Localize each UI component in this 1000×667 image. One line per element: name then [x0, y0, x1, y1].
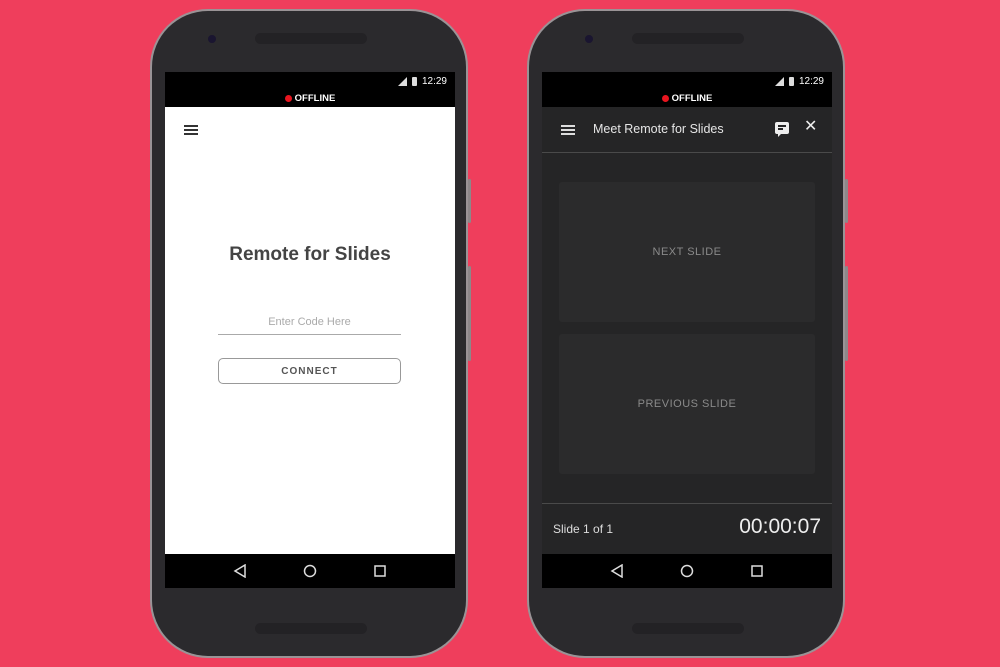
code-input[interactable] [218, 312, 401, 335]
offline-banner: OFFLINE [542, 90, 832, 107]
signal-icon [397, 76, 407, 86]
status-time: 12:29 [798, 75, 824, 87]
recents-icon[interactable] [373, 564, 387, 578]
offline-dot-icon [284, 95, 292, 102]
slide-counter: Slide 1 of 1 [553, 522, 614, 536]
remote-content: Meet Remote for Slides ✕ NEXT SLIDE PREV… [542, 107, 832, 554]
front-camera [585, 35, 593, 43]
volume-button [845, 266, 848, 361]
home-icon[interactable] [303, 564, 317, 578]
battery-icon [411, 76, 417, 86]
hamburger-menu-icon[interactable] [184, 125, 198, 135]
front-camera [208, 35, 216, 43]
offline-label: OFFLINE [294, 93, 336, 104]
back-icon[interactable] [233, 564, 247, 578]
connect-content: Remote for Slides CONNECT [165, 107, 455, 554]
earpiece-speaker [255, 33, 367, 44]
back-icon[interactable] [610, 564, 624, 578]
app-title: Remote for Slides [229, 244, 391, 265]
status-bar: 12:29 [165, 72, 455, 90]
earpiece-speaker [632, 33, 744, 44]
presentation-title: Meet Remote for Slides [593, 122, 724, 136]
phone-right: 12:29 OFFLINE Meet Remote for Slides ✕ N… [529, 11, 848, 656]
speaker-notes-icon[interactable] [775, 122, 789, 137]
power-button [845, 179, 848, 223]
connect-screen: 12:29 OFFLINE Remote for Slides CONNECT [165, 72, 455, 588]
next-slide-button[interactable]: NEXT SLIDE [559, 182, 815, 322]
volume-button [468, 266, 471, 361]
close-icon[interactable]: ✕ [804, 119, 817, 135]
phone-left: 12:29 OFFLINE Remote for Slides CONNECT [152, 11, 471, 656]
bottom-speaker [255, 623, 367, 634]
connect-button[interactable]: CONNECT [218, 358, 401, 384]
toolbar: Meet Remote for Slides ✕ [542, 107, 832, 153]
power-button [468, 179, 471, 223]
offline-banner: OFFLINE [165, 90, 455, 107]
recents-icon[interactable] [750, 564, 764, 578]
battery-icon [788, 76, 794, 86]
home-icon[interactable] [680, 564, 694, 578]
signal-icon [774, 76, 784, 86]
footer: Slide 1 of 1 00:00:07 [542, 503, 832, 554]
previous-slide-button[interactable]: PREVIOUS SLIDE [559, 334, 815, 474]
remote-screen: 12:29 OFFLINE Meet Remote for Slides ✕ N… [542, 72, 832, 588]
nav-bar [165, 554, 455, 588]
presentation-timer: 00:00:07 [739, 515, 821, 538]
status-bar: 12:29 [542, 72, 832, 90]
hamburger-menu-icon[interactable] [561, 125, 575, 135]
offline-dot-icon [661, 95, 669, 102]
bottom-speaker [632, 623, 744, 634]
offline-label: OFFLINE [671, 93, 713, 104]
status-time: 12:29 [421, 75, 447, 87]
nav-bar [542, 554, 832, 588]
